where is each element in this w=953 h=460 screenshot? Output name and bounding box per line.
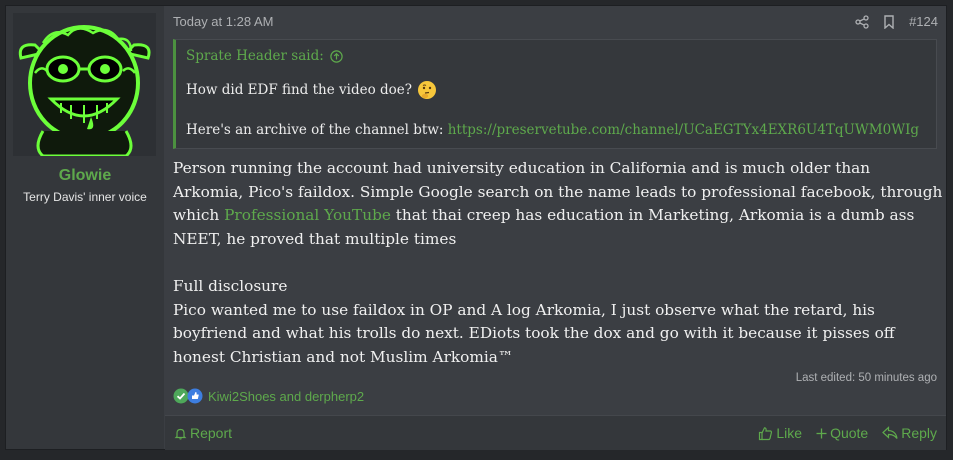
archive-link[interactable]: https://preservetube.com/channel/UCaEGTY… (448, 122, 919, 138)
post-body: Person running the account had universit… (173, 157, 945, 369)
post-footer: Report Like Quote Reply (165, 415, 946, 450)
quote-label: Quote (830, 425, 869, 441)
bookmark-icon[interactable] (883, 14, 895, 29)
reply-button[interactable]: Reply (882, 425, 937, 441)
post-header: Today at 1:28 AM #124 (173, 14, 938, 32)
reaction-users[interactable]: Kiwi2Shoes and derpherp2 (208, 389, 364, 404)
post-header-actions: #124 (855, 14, 938, 29)
quote-block: Sprate Header said: How did EDF find the… (173, 39, 937, 149)
body-paragraph: Person running the account had universit… (173, 157, 945, 251)
quote-line: How did EDF find the video doe? (186, 80, 437, 100)
arrow-up-circle-icon[interactable] (330, 49, 343, 63)
username[interactable]: Glowie (6, 167, 164, 185)
forum-post: Glowie Terry Davis' inner voice Today at… (5, 5, 947, 450)
user-panel: Glowie Terry Davis' inner voice (6, 6, 164, 449)
share-icon[interactable] (855, 14, 869, 29)
post-main: Today at 1:28 AM #124 Sprate Header said… (165, 6, 946, 450)
user-title: Terry Davis' inner voice (23, 190, 147, 204)
reply-icon (882, 426, 898, 439)
post-actions: Like Quote Reply (758, 425, 937, 441)
like-button[interactable]: Like (758, 425, 802, 441)
quote-author-label: Sprate Header said: (186, 48, 324, 64)
like-reaction-icon (187, 388, 203, 404)
quote-text-2: Here's an archive of the channel btw: (186, 122, 448, 138)
thinking-emoji-icon (418, 81, 436, 99)
reactions-bar[interactable]: Kiwi2Shoes and derpherp2 (173, 388, 364, 404)
plus-icon (816, 428, 827, 438)
quote-button[interactable]: Quote (816, 425, 868, 441)
body-paragraph: Full disclosure (173, 276, 288, 295)
like-label: Like (776, 425, 803, 441)
professional-youtube-link[interactable]: Professional YouTube (224, 206, 391, 224)
last-edited[interactable]: Last edited: 50 minutes ago (796, 372, 937, 384)
post-number[interactable]: #124 (909, 14, 938, 29)
quote-line: Here's an archive of the channel btw: ht… (186, 122, 919, 138)
reply-label: Reply (901, 425, 937, 441)
avatar[interactable] (13, 13, 156, 156)
report-label: Report (190, 425, 233, 441)
post-date[interactable]: Today at 1:28 AM (173, 14, 273, 29)
quote-text-1: How did EDF find the video doe? (186, 82, 412, 98)
body-paragraph: Pico wanted me to use faildox in OP and … (173, 300, 895, 366)
thumbs-up-icon (759, 426, 773, 440)
quote-author[interactable]: Sprate Header said: (186, 48, 343, 64)
report-button[interactable]: Report (174, 425, 232, 441)
bell-icon (174, 428, 187, 440)
